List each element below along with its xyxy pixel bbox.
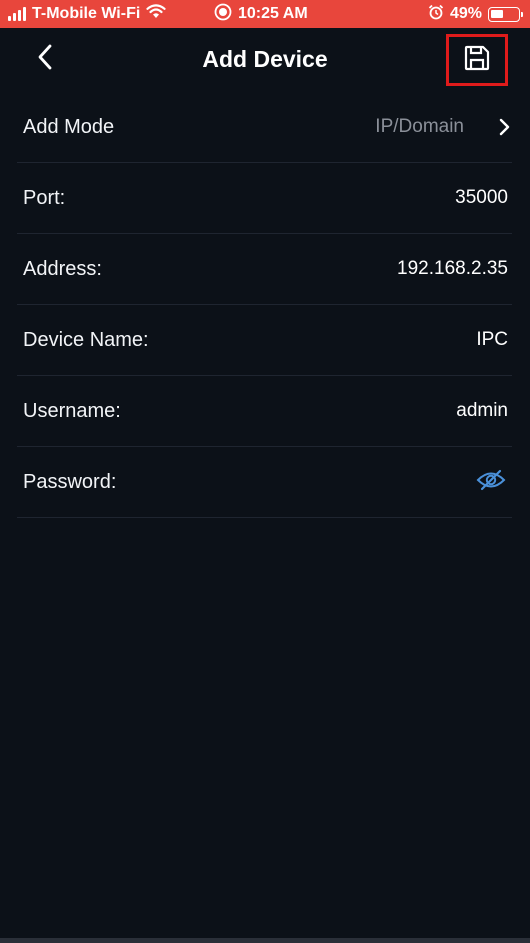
status-left: T-Mobile Wi-Fi (8, 0, 166, 28)
device-name-field[interactable]: IPC (476, 329, 512, 351)
device-name-label: Device Name: (23, 328, 149, 351)
recording-icon (214, 3, 232, 26)
address-label: Address: (23, 257, 102, 280)
address-field[interactable]: 192.168.2.35 (397, 258, 512, 280)
toggle-password-visibility-button[interactable] (474, 467, 508, 497)
port-label: Port: (23, 186, 66, 209)
nav-header: Add Device (0, 28, 530, 92)
device-form: Add Mode IP/Domain Port: 35000 Address: … (17, 92, 512, 518)
password-label: Password: (23, 470, 117, 493)
signal-icon (8, 7, 26, 21)
carrier-name: T-Mobile Wi-Fi (32, 5, 141, 22)
home-indicator-divider (0, 938, 530, 943)
save-button[interactable] (446, 34, 508, 86)
status-right: 49% (428, 0, 523, 28)
battery-percent: 49% (449, 5, 482, 22)
clock-time: 10:25 AM (238, 5, 308, 22)
add-mode-row[interactable]: Add Mode IP/Domain (17, 92, 512, 163)
username-label: Username: (23, 399, 121, 422)
username-row[interactable]: Username: admin (17, 376, 512, 447)
status-bar: T-Mobile Wi-Fi 10:25 AM 49% (0, 0, 530, 28)
password-row[interactable]: Password: (17, 447, 512, 518)
chevron-right-icon (498, 118, 510, 136)
add-mode-right: IP/Domain (375, 116, 512, 138)
floppy-disk-icon (463, 44, 491, 77)
port-field[interactable]: 35000 (455, 187, 512, 209)
status-center: 10:25 AM (214, 0, 308, 28)
add-mode-label: Add Mode (23, 115, 115, 138)
alarm-icon (428, 4, 444, 25)
wifi-icon (146, 4, 166, 24)
battery-icon (488, 6, 523, 22)
device-name-row[interactable]: Device Name: IPC (17, 305, 512, 376)
eye-off-icon (476, 468, 506, 497)
port-row[interactable]: Port: 35000 (17, 163, 512, 234)
add-mode-value: IP/Domain (375, 116, 464, 137)
address-row[interactable]: Address: 192.168.2.35 (17, 234, 512, 305)
username-field[interactable]: admin (456, 400, 512, 422)
